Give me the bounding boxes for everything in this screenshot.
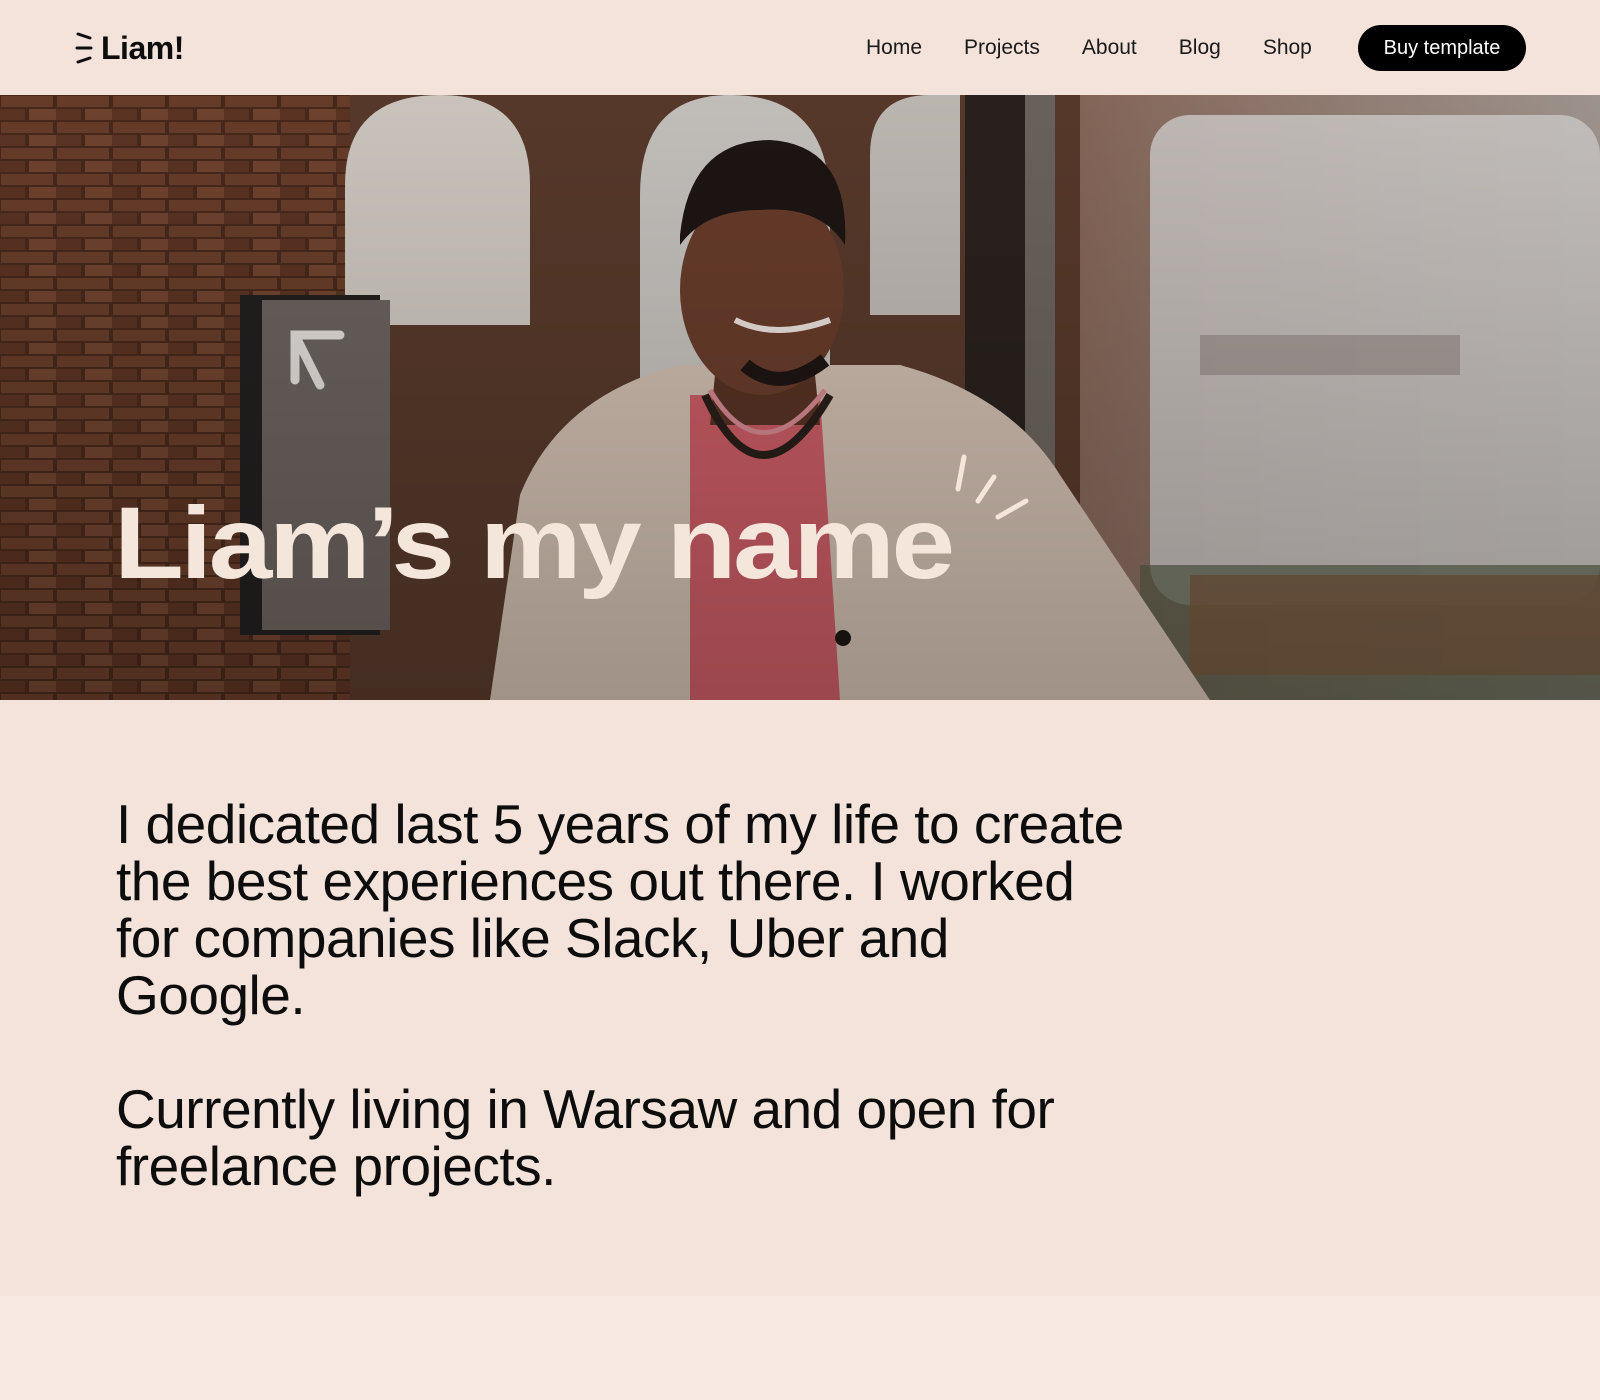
- hero-title: Liam’s my name: [114, 486, 955, 600]
- nav-blog[interactable]: Blog: [1179, 32, 1221, 64]
- nav-projects[interactable]: Projects: [964, 32, 1040, 64]
- logo-burst-icon: [75, 32, 93, 64]
- hero-section: Liam’s my name: [0, 95, 1600, 700]
- site-header: Liam! Home Projects About Blog Shop Buy …: [0, 0, 1600, 95]
- buy-template-button[interactable]: Buy template: [1358, 25, 1526, 71]
- nav-about[interactable]: About: [1082, 32, 1137, 64]
- sparkle-icon: [955, 454, 1029, 520]
- intro-paragraph-location: Currently living in Warsaw and open for …: [116, 1078, 1055, 1197]
- logo-text: Liam!: [101, 30, 184, 66]
- logo-link[interactable]: Liam!: [74, 30, 184, 66]
- hero-portrait-image: [0, 95, 1600, 700]
- intro-paragraph-experience: I dedicated last 5 years of my life to c…: [116, 793, 1124, 1026]
- nav-home[interactable]: Home: [866, 32, 922, 64]
- page: Liam! Home Projects About Blog Shop Buy …: [0, 0, 1600, 1400]
- nav-shop[interactable]: Shop: [1263, 32, 1312, 64]
- intro-section: I dedicated last 5 years of my life to c…: [116, 796, 1136, 1195]
- main-nav: Home Projects About Blog Shop: [866, 32, 1312, 64]
- next-section-band: [0, 1296, 1600, 1400]
